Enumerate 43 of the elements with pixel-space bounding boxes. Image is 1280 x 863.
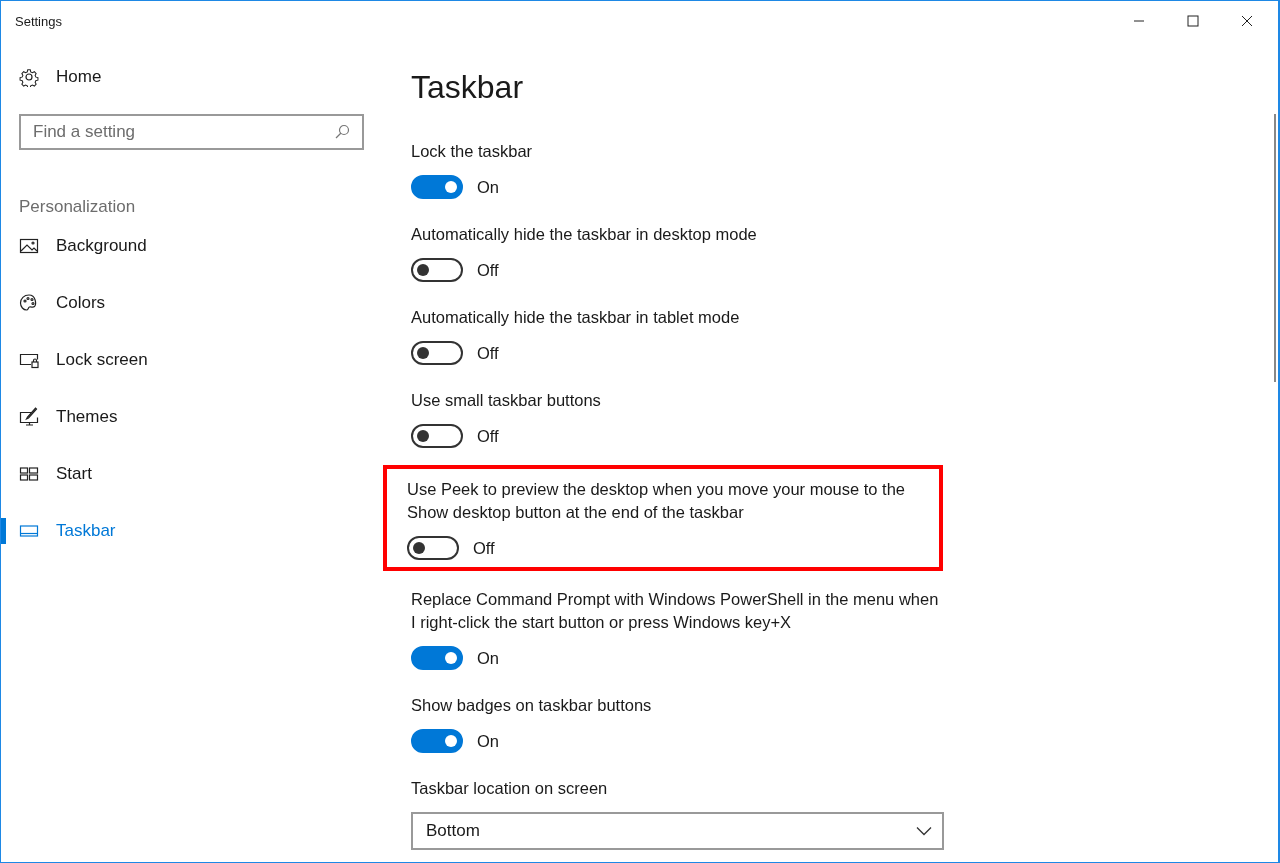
search-icon (334, 124, 350, 140)
chevron-down-icon (916, 826, 932, 836)
setting-label: Show badges on taskbar buttons (411, 695, 653, 716)
scrollbar[interactable] (1274, 114, 1276, 382)
toggle-switch[interactable] (411, 341, 463, 365)
sidebar-item[interactable]: Start (1, 445, 92, 502)
toggle-switch[interactable] (411, 424, 463, 448)
setting-label: Use Peek to preview the desktop when you move your mouse to the Show desktop button at the end of the taskbar (407, 479, 907, 523)
toggle-switch[interactable] (411, 175, 463, 199)
setting-label: Lock the taskbar (411, 141, 534, 162)
brush-monitor-icon (19, 406, 39, 427)
setting-label: Use small taskbar buttons (411, 390, 602, 411)
setting-label: Taskbar location on screen (411, 778, 609, 799)
sidebar-item[interactable]: Lock screen (1, 331, 148, 388)
sidebar-item[interactable]: Taskbar (1, 502, 116, 559)
page-title: Taskbar (411, 68, 524, 107)
search-field[interactable]: Find a setting (19, 114, 364, 150)
sidebar-item[interactable]: Colors (1, 274, 106, 331)
palette-icon (19, 292, 39, 313)
setting-label: Automatically hide the taskbar in desktop mode (411, 224, 758, 245)
toggle-switch[interactable] (411, 729, 463, 753)
toggle-state: On (477, 648, 499, 668)
location-dropdown[interactable]: Bottom (411, 812, 944, 850)
window-title: Settings (15, 13, 62, 29)
toggle-switch[interactable] (411, 646, 463, 670)
sidebar-item[interactable]: Background (1, 217, 147, 274)
setting-label: Automatically hide the taskbar in tablet mode (411, 307, 741, 328)
toggle-state: Off (477, 343, 499, 363)
toggle-switch[interactable] (411, 258, 463, 282)
toggle-state: On (477, 177, 499, 197)
toggle-state: Off (473, 538, 495, 558)
toggle-state: On (477, 731, 499, 751)
maximize-icon (1187, 15, 1199, 27)
toggle-switch[interactable] (407, 536, 459, 560)
settings-icon (19, 67, 39, 87)
section-heading: Personalization (19, 197, 137, 217)
toggle-state: Off (477, 426, 499, 446)
toggle-state: Off (477, 260, 499, 280)
setting-label: Replace Command Prompt with Windows PowerShell in the menu when I right-click the start button or press Windows key+X (411, 589, 940, 633)
home-link[interactable]: Home (19, 65, 364, 89)
close-icon (1241, 15, 1253, 27)
sidebar-item[interactable]: Themes (1, 388, 118, 445)
selection-indicator (1, 518, 6, 544)
